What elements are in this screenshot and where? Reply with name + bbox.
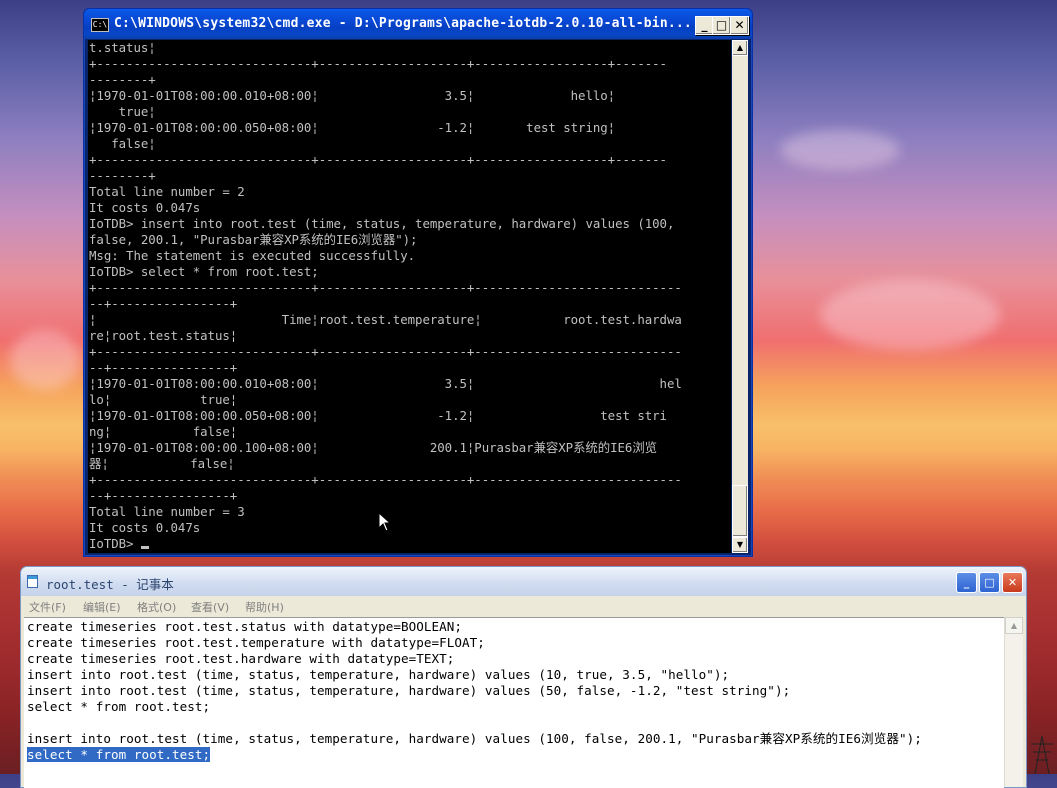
maximize-button[interactable]: □ — [979, 572, 1000, 593]
console-icon[interactable]: C:\ — [91, 18, 109, 32]
console-line: +-----------------------------+---------… — [89, 152, 667, 167]
console-line: t.status¦ — [89, 40, 156, 55]
console-line: Msg: The statement is executed successfu… — [89, 248, 416, 263]
console-line: --------+ — [89, 72, 156, 87]
console-line: ¦ Time¦root.test.temperature¦ root.test.… — [89, 312, 682, 327]
sky-cloud — [10, 330, 80, 390]
console-line: true¦ — [89, 104, 156, 119]
console-line: ¦1970-01-01T08:00:00.100+08:00¦ 200.1¦Pu… — [89, 440, 658, 455]
console-line: It costs 0.047s — [89, 200, 201, 215]
sky-cloud — [780, 130, 900, 170]
menu-edit[interactable]: 编辑(E) — [83, 599, 121, 615]
console-line: +-----------------------------+---------… — [89, 56, 667, 71]
console-line: +-----------------------------+---------… — [89, 472, 682, 487]
menu-format[interactable]: 格式(O) — [137, 599, 176, 615]
close-button[interactable]: ✕ — [1002, 572, 1023, 593]
console-line: Total line number = 3 — [89, 504, 245, 519]
console-scrollbar[interactable]: ▲ ▼ — [732, 40, 748, 553]
console-prompt: IoTDB> — [89, 536, 141, 551]
console-line: +-----------------------------+---------… — [89, 280, 682, 295]
notepad-menu-bar: 文件(F) 编辑(E) 格式(O) 查看(V) 帮助(H) — [21, 596, 1026, 617]
console-line: false¦ — [89, 136, 156, 151]
notepad-window[interactable]: root.test - 记事本 _ □ ✕ 文件(F) 编辑(E) 格式(O) … — [20, 566, 1027, 788]
notepad-text-area[interactable]: create timeseries root.test.status with … — [24, 617, 1004, 788]
notepad-line: create timeseries root.test.temperature … — [27, 635, 485, 650]
notepad-window-title: root.test - 记事本 — [46, 577, 174, 592]
scroll-up-arrow-icon[interactable]: ▲ — [732, 40, 748, 56]
console-line: ¦1970-01-01T08:00:00.050+08:00¦ -1.2¦ te… — [89, 120, 616, 135]
notepad-line: insert into root.test (time, status, tem… — [27, 683, 791, 698]
console-line: ¦1970-01-01T08:00:00.010+08:00¦ 3.5¦ hel — [89, 376, 682, 391]
notepad-content: create timeseries root.test.status with … — [24, 618, 1004, 763]
notepad-line: create timeseries root.test.status with … — [27, 619, 463, 634]
console-line: IoTDB> insert into root.test (time, stat… — [89, 216, 675, 231]
console-line: lo¦ true¦ — [89, 392, 238, 407]
menu-file[interactable]: 文件(F) — [29, 599, 66, 615]
cmd-window[interactable]: C:\ C:\WINDOWS\system32\cmd.exe - D:\Pro… — [83, 8, 753, 557]
console-line: --------+ — [89, 168, 156, 183]
notepad-line: insert into root.test (time, status, tem… — [27, 667, 730, 682]
cmd-window-title: C:\WINDOWS\system32\cmd.exe - D:\Program… — [114, 16, 692, 31]
sky-cloud — [820, 280, 1000, 350]
menu-view[interactable]: 查看(V) — [191, 599, 229, 615]
console-output[interactable]: t.status¦ +-----------------------------… — [88, 40, 731, 553]
console-line: ¦1970-01-01T08:00:00.050+08:00¦ -1.2¦ te… — [89, 408, 667, 423]
notepad-line: create timeseries root.test.hardware wit… — [27, 651, 455, 666]
menu-help[interactable]: 帮助(H) — [245, 599, 284, 615]
console-line: ng¦ false¦ — [89, 424, 238, 439]
scroll-up-arrow-icon[interactable]: ▲ — [1005, 617, 1023, 634]
console-text: t.status¦ +-----------------------------… — [88, 40, 731, 536]
console-line: --+----------------+ — [89, 296, 238, 311]
close-button[interactable]: ✕ — [730, 16, 749, 35]
console-line: re¦root.test.status¦ — [89, 328, 238, 343]
console-line: It costs 0.047s — [89, 520, 201, 535]
console-line: --+----------------+ — [89, 488, 238, 503]
mouse-pointer-icon — [378, 512, 392, 532]
notepad-scrollbar[interactable]: ▲ — [1004, 617, 1023, 787]
console-line: +-----------------------------+---------… — [89, 344, 682, 359]
power-pylon-icon — [1031, 735, 1053, 774]
scroll-down-arrow-icon[interactable]: ▼ — [732, 537, 748, 553]
notepad-line: insert into root.test (time, status, tem… — [27, 731, 922, 746]
console-line: ¦1970-01-01T08:00:00.010+08:00¦ 3.5¦ hel… — [89, 88, 616, 103]
selected-text[interactable]: select * from root.test; — [27, 747, 211, 762]
notepad-title-bar[interactable]: root.test - 记事本 _ □ ✕ — [21, 567, 1026, 596]
console-line: --+----------------+ — [89, 360, 238, 375]
notepad-line: select * from root.test; — [27, 699, 211, 714]
scroll-thumb[interactable] — [732, 485, 748, 537]
minimize-button[interactable]: _ — [956, 572, 977, 593]
console-line: IoTDB> select * from root.test; — [89, 264, 319, 279]
console-line: 器¦ false¦ — [89, 456, 235, 471]
console-line: false, 200.1, "Purasbar兼容XP系统的IE6浏览器"); — [89, 232, 418, 247]
cmd-title-bar[interactable]: C:\ C:\WINDOWS\system32\cmd.exe - D:\Pro… — [84, 9, 752, 39]
notepad-icon[interactable] — [27, 575, 38, 588]
maximize-button[interactable]: □ — [712, 16, 731, 35]
console-line: Total line number = 2 — [89, 184, 245, 199]
text-cursor — [140, 546, 149, 549]
console-prompt-line[interactable]: IoTDB> — [88, 536, 731, 552]
